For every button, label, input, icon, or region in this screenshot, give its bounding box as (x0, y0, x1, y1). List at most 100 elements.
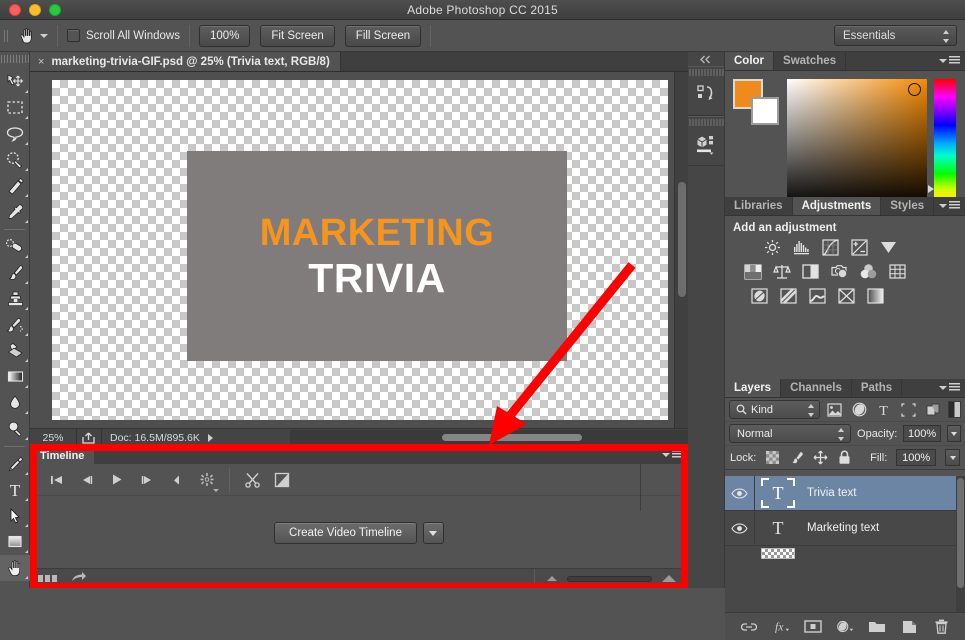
scroll-all-windows-checkbox[interactable]: Scroll All Windows (67, 29, 180, 42)
layer-name[interactable]: Marketing text (807, 522, 879, 534)
layer-thumbnail[interactable]: T (761, 478, 795, 508)
close-document-icon[interactable]: × (38, 56, 44, 68)
history-brush-tool[interactable] (0, 312, 30, 338)
tab-styles[interactable]: Styles (881, 197, 934, 215)
channel-mixer-icon[interactable] (859, 262, 878, 281)
lock-image-pixels-icon[interactable] (789, 450, 804, 466)
brush-tool[interactable] (0, 260, 30, 286)
new-layer-button[interactable] (900, 618, 918, 636)
expand-panels-button[interactable] (688, 52, 724, 66)
workspace-selector[interactable]: Essentials (834, 25, 957, 46)
zoom-100-button[interactable]: 100% (199, 25, 250, 47)
photo-filter-icon[interactable] (830, 262, 849, 281)
gradient-map-icon[interactable] (866, 286, 885, 305)
type-layers-filter-icon[interactable]: T (874, 400, 894, 419)
new-group-button[interactable] (868, 618, 886, 636)
filter-toggle-button[interactable] (948, 401, 961, 418)
layer-visibility-toggle[interactable] (725, 476, 755, 511)
next-frame-button[interactable] (132, 467, 162, 493)
adjustments-panel-menu-button[interactable] (939, 201, 960, 210)
tab-color[interactable]: Color (725, 52, 774, 70)
blend-mode-select[interactable]: Normal (729, 424, 851, 443)
fill-dropdown[interactable] (945, 449, 960, 466)
eraser-tool[interactable] (0, 338, 30, 364)
canvas-vertical-scroll-thumb[interactable] (678, 182, 686, 297)
tab-channels[interactable]: Channels (781, 379, 852, 397)
rectangular-marquee-tool[interactable] (0, 95, 30, 121)
layer-name[interactable]: Trivia text (807, 487, 856, 499)
new-adjustment-layer-button[interactable] (836, 618, 854, 636)
render-settings-button[interactable] (192, 467, 222, 493)
lock-transparent-pixels-icon[interactable] (765, 450, 780, 466)
fill-field[interactable]: 100% (896, 449, 936, 466)
smart-object-filter-icon[interactable] (923, 400, 943, 419)
tool-preset-chevron-down-icon[interactable] (40, 34, 48, 38)
lasso-tool[interactable] (0, 121, 30, 147)
gradient-tool[interactable] (0, 364, 30, 390)
previous-frame-button[interactable] (72, 467, 102, 493)
status-menu-arrow-icon[interactable] (208, 434, 213, 442)
zoom-in-icon[interactable] (662, 575, 676, 582)
tab-timeline[interactable]: Timeline (30, 447, 94, 464)
opacity-field[interactable]: 100% (903, 425, 940, 442)
zoom-level-field[interactable]: 25% (30, 432, 76, 444)
color-lookup-icon[interactable] (888, 262, 907, 281)
hand-tool[interactable] (0, 555, 30, 581)
layer-row-partial[interactable] (725, 546, 965, 560)
brightness-contrast-icon[interactable] (763, 238, 782, 257)
dodge-tool[interactable] (0, 416, 30, 442)
tab-layers[interactable]: Layers (725, 379, 781, 397)
add-layer-style-button[interactable]: fx (772, 618, 790, 636)
tools-panel-grip[interactable] (0, 52, 29, 66)
color-panel-menu-button[interactable] (939, 56, 960, 65)
layers-panel-menu-button[interactable] (939, 383, 960, 392)
hue-slider[interactable] (934, 79, 956, 207)
rectangle-tool[interactable] (0, 529, 30, 555)
timeline-panel-menu-button[interactable] (662, 450, 683, 459)
share-on-behance-icon[interactable] (77, 432, 101, 444)
layer-thumbnail[interactable]: T (761, 513, 795, 543)
play-button[interactable] (102, 467, 132, 493)
history-panel-icon[interactable] (688, 77, 724, 111)
clone-stamp-tool[interactable] (0, 286, 30, 312)
zoom-out-icon[interactable] (547, 576, 557, 581)
pixel-layers-filter-icon[interactable] (825, 400, 845, 419)
crop-tool[interactable] (0, 173, 30, 199)
canvas-horizontal-scrollbar[interactable] (290, 430, 688, 445)
layer-list-scrollbar[interactable] (956, 476, 965, 612)
horizontal-type-tool[interactable]: T (0, 477, 30, 503)
checkbox-box[interactable] (67, 29, 80, 42)
tab-paths[interactable]: Paths (852, 379, 902, 397)
dock-group-grip[interactable] (688, 67, 724, 77)
tab-swatches[interactable]: Swatches (774, 52, 846, 70)
adjustment-layers-filter-icon[interactable] (849, 400, 869, 419)
exposure-icon[interactable] (850, 238, 869, 257)
curves-icon[interactable] (821, 238, 840, 257)
eyedropper-tool[interactable] (0, 199, 30, 225)
workspace-stepper-icon[interactable] (943, 30, 950, 43)
fit-screen-button[interactable]: Fit Screen (260, 25, 334, 47)
split-at-playhead-button[interactable] (237, 467, 267, 493)
spot-healing-brush-tool[interactable] (0, 234, 30, 260)
path-selection-tool[interactable] (0, 503, 30, 529)
layer-list-scroll-thumb[interactable] (957, 478, 964, 588)
color-balance-icon[interactable] (772, 262, 791, 281)
go-to-first-frame-button[interactable] (42, 467, 72, 493)
invert-icon[interactable] (750, 286, 769, 305)
blur-tool[interactable] (0, 390, 30, 416)
create-timeline-dropdown[interactable] (423, 522, 444, 544)
canvas-vertical-scrollbar[interactable] (674, 72, 688, 428)
background-color-swatch[interactable] (751, 97, 779, 125)
layer-visibility-toggle[interactable] (725, 511, 755, 546)
quick-selection-tool[interactable] (0, 147, 30, 173)
filter-kind-stepper-icon[interactable] (808, 404, 815, 417)
hue-saturation-icon[interactable] (743, 262, 762, 281)
timeline-render-video-button[interactable] (71, 570, 87, 588)
tab-adjustments[interactable]: Adjustments (793, 197, 882, 215)
fill-screen-button[interactable]: Fill Screen (345, 25, 421, 47)
blend-mode-stepper-icon[interactable] (838, 428, 845, 441)
shape-layers-filter-icon[interactable] (899, 400, 919, 419)
threshold-icon[interactable] (808, 286, 827, 305)
black-white-icon[interactable] (801, 262, 820, 281)
active-tool-indicator[interactable] (17, 26, 48, 46)
